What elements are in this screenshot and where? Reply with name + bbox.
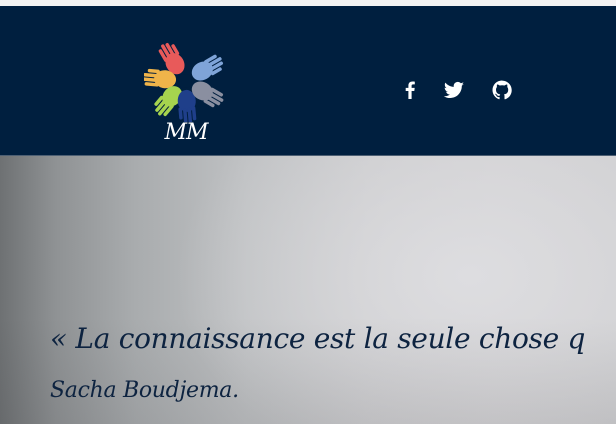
home-logo-link[interactable]: MM [140,40,230,156]
github-icon [492,80,512,100]
facebook-link[interactable] [398,78,422,102]
hands-logo-icon [144,42,224,122]
site-header: MM [0,6,616,155]
hero-quote: « La connaissance est la seule chose q [50,322,586,355]
github-link[interactable] [490,78,514,102]
hero-banner: « La connaissance est la seule chose q S… [0,156,616,424]
quote-author: Sacha Boudjema. [50,378,239,403]
facebook-icon [405,81,415,99]
logo-text: MM [164,120,208,145]
twitter-icon [443,81,464,98]
twitter-link[interactable] [442,78,466,102]
